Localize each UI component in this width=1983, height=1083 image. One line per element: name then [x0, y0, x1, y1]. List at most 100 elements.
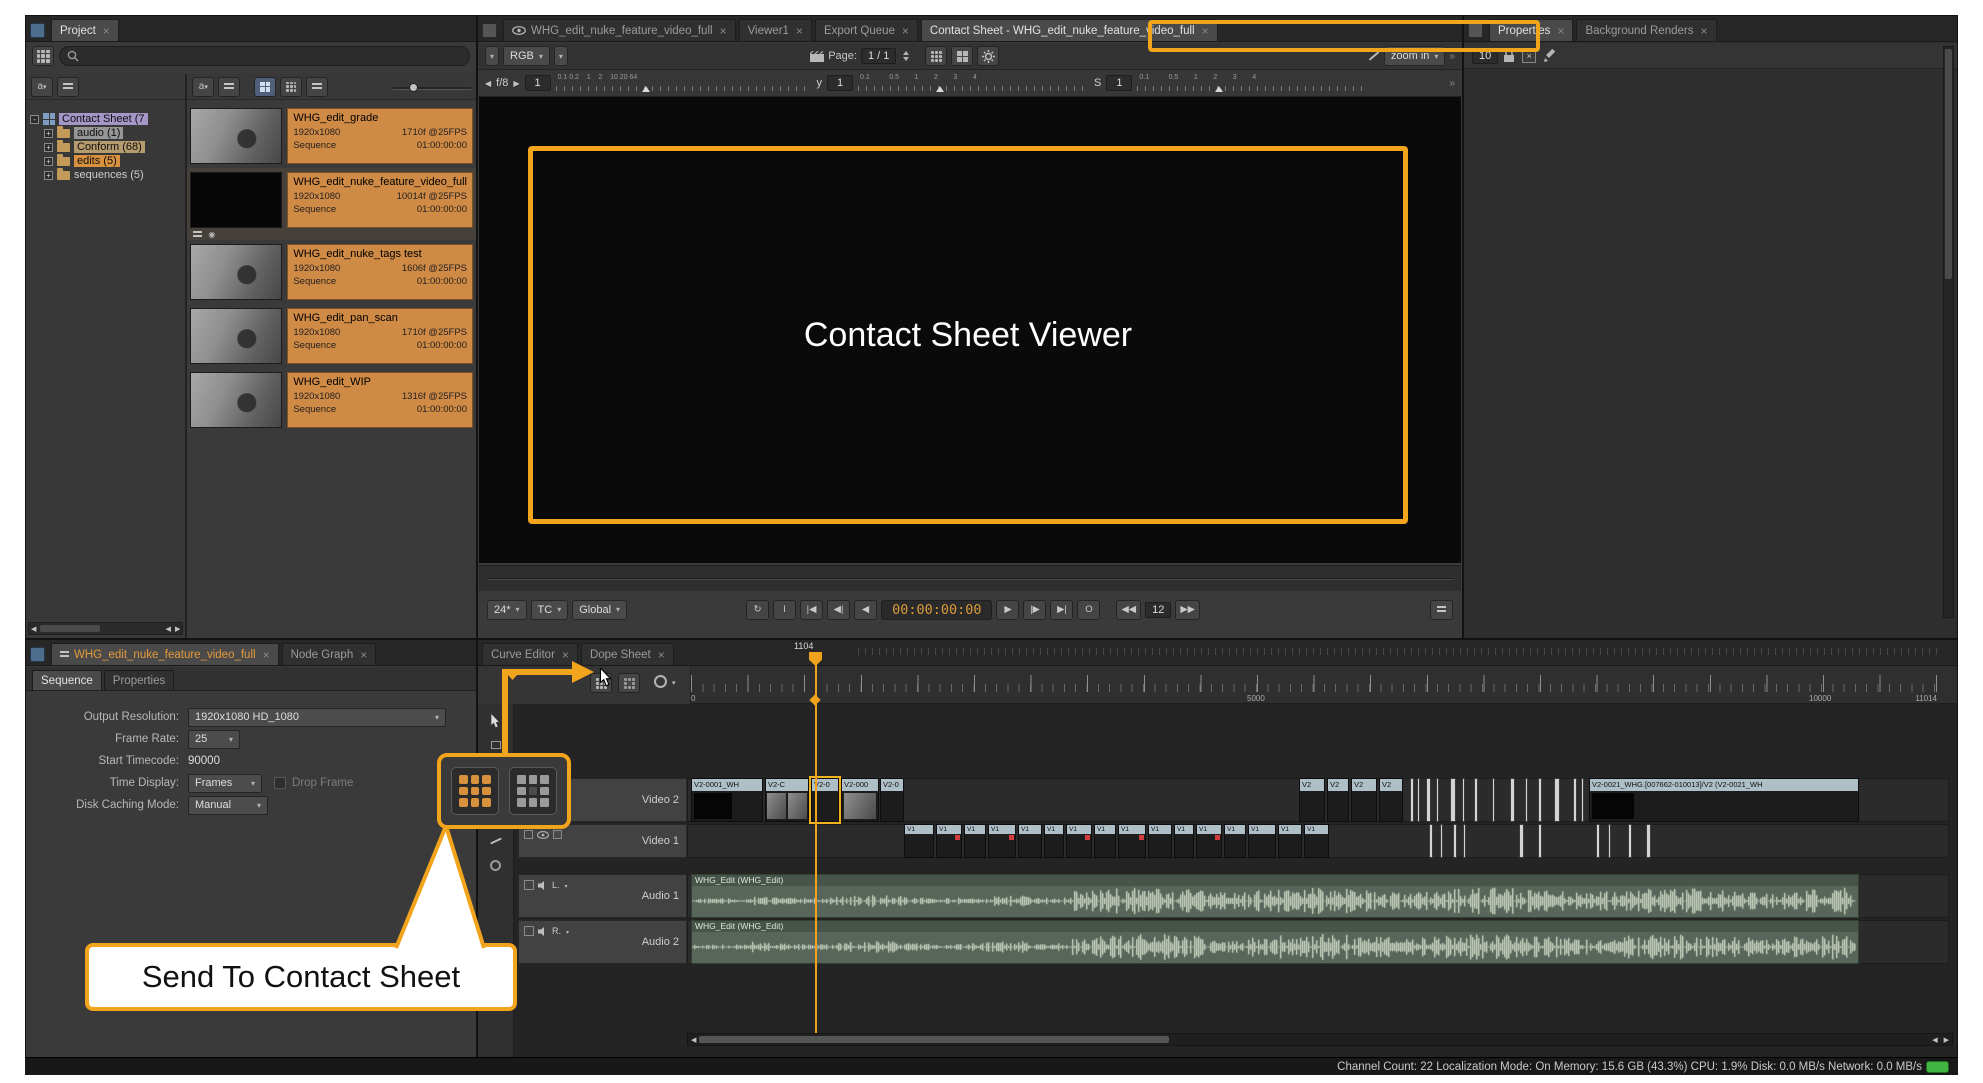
slider-handle[interactable]: [642, 86, 650, 92]
slider-handle[interactable]: [936, 86, 944, 92]
skip-forward-button[interactable]: ▶▶: [1175, 600, 1200, 620]
viewer-scrub-bar[interactable]: [479, 565, 1461, 591]
tab-project[interactable]: Project ×: [51, 19, 119, 41]
next-frame-button[interactable]: |▶: [1023, 600, 1046, 620]
contact-sheet-settings-button-magnified[interactable]: [509, 767, 557, 815]
subtab-sequence[interactable]: Sequence: [32, 670, 102, 690]
slider-handle[interactable]: [1215, 86, 1223, 92]
frame-range-select[interactable]: Global▾: [572, 600, 627, 620]
timeline-clip[interactable]: V1: [1148, 824, 1172, 858]
bin-clip-whg-edit-nuke-feature[interactable]: ◉ WHG_edit_nuke_feature_video_full 1920x…: [187, 168, 476, 240]
timeline-clip[interactable]: V1: [1278, 824, 1302, 858]
skip-frames-field[interactable]: 12: [1145, 602, 1171, 618]
timeline-clip[interactable]: [1417, 778, 1420, 822]
tree-item-conform[interactable]: + Conform (68): [30, 140, 185, 154]
drop-frame-checkbox[interactable]: [274, 777, 286, 789]
exposure-up-icon[interactable]: ▶: [513, 79, 519, 88]
expand-icon[interactable]: +: [44, 129, 53, 138]
scroll-left-icon[interactable]: ◀: [688, 1036, 699, 1044]
chevron-down-icon[interactable]: ▾: [672, 679, 676, 687]
detail-view-button[interactable]: [280, 77, 302, 97]
play-forward-button[interactable]: ▶: [996, 600, 1019, 620]
panel-menu-icon[interactable]: [30, 647, 45, 662]
loop-mode-button[interactable]: ↻: [746, 600, 769, 620]
sort-alpha-button[interactable]: a▾: [31, 77, 53, 97]
output-resolution-select[interactable]: 1920x1080 HD_1080▾: [188, 708, 446, 727]
close-icon[interactable]: ×: [360, 649, 367, 661]
vertical-scrollbar[interactable]: [1943, 46, 1954, 618]
go-to-end-button[interactable]: ▶|: [1050, 600, 1073, 620]
timeline-clip[interactable]: [1519, 824, 1524, 858]
list-view-button[interactable]: [57, 77, 79, 97]
timeline-clip[interactable]: V1: [1044, 824, 1064, 858]
timeline-clip[interactable]: [1554, 778, 1560, 822]
timeline-clip[interactable]: V1: [1196, 824, 1222, 858]
timeline-clip[interactable]: V2-000: [841, 778, 879, 822]
flipbook-button[interactable]: [1430, 600, 1453, 620]
gamma-slider[interactable]: 0.1 0.5 1 2 3 4: [858, 73, 1083, 93]
timeline-clip[interactable]: [1646, 824, 1651, 858]
skip-back-button[interactable]: ◀◀: [1116, 600, 1141, 620]
timeline-clip[interactable]: V1: [1018, 824, 1042, 858]
bin-clip-whg-edit-wip[interactable]: WHG_edit_WIP 1920x10801316f @25FPS Seque…: [187, 368, 476, 432]
go-to-start-button[interactable]: |◀: [800, 600, 823, 620]
audio-clip[interactable]: WHG_Edit (WHG_Edit): [691, 874, 1859, 918]
pencil-icon[interactable]: [1542, 49, 1555, 62]
close-icon[interactable]: ×: [103, 25, 110, 37]
close-icon[interactable]: ×: [1700, 25, 1707, 37]
playhead-line[interactable]: [815, 658, 817, 1033]
tree-horizontal-scrollbar[interactable]: ◀ ◀ ▶: [28, 622, 183, 635]
timeline-clip[interactable]: [1596, 824, 1600, 858]
timeline-ruler[interactable]: ▾ 0 5000 10000 11014: [478, 666, 1957, 704]
page-field[interactable]: 1 / 1: [861, 48, 896, 64]
expand-icon[interactable]: +: [44, 171, 53, 180]
close-icon[interactable]: ×: [263, 649, 270, 661]
timeline-clip[interactable]: [1453, 824, 1457, 858]
tab-node-graph[interactable]: Node Graph ×: [282, 643, 377, 665]
start-timecode-value[interactable]: 90000: [188, 755, 220, 767]
timeline-clip[interactable]: [1538, 824, 1542, 858]
tree-item-edits[interactable]: + edits (5): [30, 154, 185, 168]
row-column-layout-button[interactable]: [951, 46, 973, 66]
timeline-clip[interactable]: [1628, 824, 1632, 858]
panel-menu-icon[interactable]: [30, 23, 45, 38]
display-select[interactable]: ▾: [554, 46, 568, 66]
close-icon[interactable]: ×: [902, 25, 909, 37]
viewer-settings-button[interactable]: [977, 46, 999, 66]
timeline-clip[interactable]: [1573, 778, 1577, 822]
timeline-clip[interactable]: V1: [1174, 824, 1194, 858]
timeline-clip[interactable]: V1: [1248, 824, 1276, 858]
gamma-field[interactable]: 1: [827, 75, 853, 91]
close-icon[interactable]: ×: [720, 25, 727, 37]
timeline-clip[interactable]: [1492, 778, 1495, 822]
scroll-right-icon[interactable]: ▶: [1941, 1036, 1952, 1044]
frame-rate-select[interactable]: 25▾: [188, 730, 240, 749]
tree-item-audio[interactable]: + audio (1): [30, 126, 185, 140]
close-icon[interactable]: ×: [1557, 25, 1564, 37]
collapse-icon[interactable]: -: [30, 115, 39, 124]
time-display-select[interactable]: Frames▾: [188, 774, 262, 793]
timeline-clip[interactable]: V1: [1118, 824, 1146, 858]
audio-clip[interactable]: WHG_Edit (WHG_Edit): [691, 920, 1859, 964]
tab-viewer1[interactable]: Viewer1 ×: [739, 19, 812, 41]
expand-icon[interactable]: +: [44, 157, 53, 166]
out-point-button[interactable]: O: [1077, 600, 1100, 620]
list-detail-button[interactable]: [218, 77, 240, 97]
timeline-clip[interactable]: V2: [1327, 778, 1349, 822]
fps-select[interactable]: 24*▾: [487, 600, 527, 620]
overflow-chevron-icon[interactable]: »: [1449, 51, 1455, 62]
timeline-clip[interactable]: [1450, 778, 1456, 822]
timeline-clip[interactable]: [1426, 778, 1431, 822]
scrollbar-handle[interactable]: [699, 1036, 1169, 1043]
tree-item-contact-sheet[interactable]: - Contact Sheet (7: [30, 112, 185, 126]
expand-icon[interactable]: +: [44, 143, 53, 152]
channel-select[interactable]: RGB▾: [503, 46, 550, 66]
tab-export-queue[interactable]: Export Queue ×: [815, 19, 918, 41]
tree-item-sequences[interactable]: + sequences (5): [30, 168, 185, 182]
timeline-horizontal-scrollbar[interactable]: ◀ ◀ ▶: [687, 1033, 1953, 1046]
timeline-clip[interactable]: V1: [988, 824, 1016, 858]
disk-caching-select[interactable]: Manual▾: [188, 796, 268, 815]
ruler-scale[interactable]: 0 5000 10000 11014: [691, 666, 1937, 704]
bin-view-button[interactable]: [32, 46, 54, 66]
slider-handle[interactable]: [409, 83, 418, 92]
